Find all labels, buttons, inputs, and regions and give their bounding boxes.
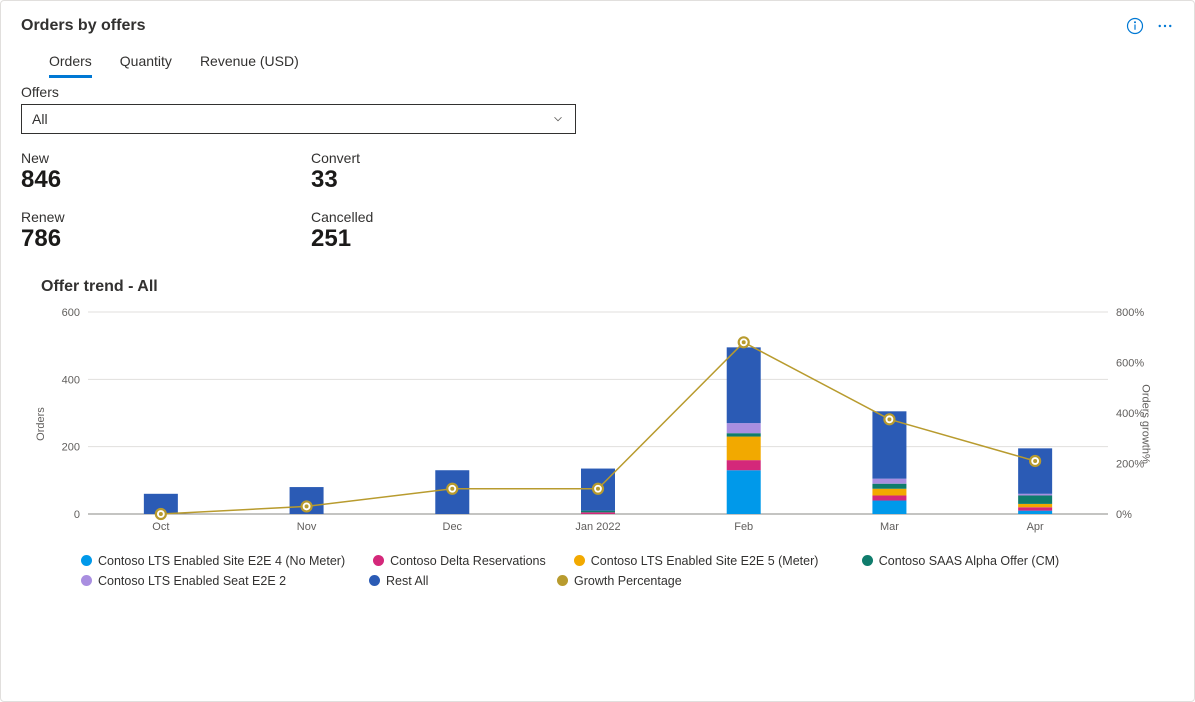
stat-convert-value: 33 [311, 166, 601, 195]
svg-text:400: 400 [61, 374, 79, 386]
svg-text:Jan 2022: Jan 2022 [575, 521, 620, 533]
svg-text:Oct: Oct [152, 521, 169, 533]
info-icon[interactable] [1126, 17, 1144, 35]
svg-text:600%: 600% [1116, 357, 1144, 369]
stat-renew-value: 786 [21, 225, 311, 254]
stat-renew-label: Renew [21, 209, 311, 225]
tab-orders[interactable]: Orders [49, 47, 92, 78]
stat-new-value: 846 [21, 166, 311, 195]
stat-renew: Renew 786 [21, 209, 311, 254]
chart-svg: 02004006000%200%400%600%800%OctNovDecJan… [28, 304, 1168, 544]
legend-item-s1[interactable]: Contoso LTS Enabled Site E2E 4 (No Meter… [81, 554, 345, 568]
metric-tabs: Orders Quantity Revenue (USD) [21, 47, 1174, 78]
stat-cancelled-value: 251 [311, 225, 601, 254]
svg-text:600: 600 [61, 307, 79, 319]
svg-text:800%: 800% [1116, 307, 1144, 319]
svg-text:Mar: Mar [879, 521, 898, 533]
header-actions [1126, 17, 1174, 35]
chart-title: Offer trend - All [21, 278, 1174, 296]
offers-selected-value: All [32, 111, 48, 127]
stat-cancelled: Cancelled 251 [311, 209, 601, 254]
svg-text:Feb: Feb [734, 521, 753, 533]
offers-dropdown[interactable]: All [21, 104, 576, 134]
legend-item-s3[interactable]: Contoso LTS Enabled Site E2E 5 (Meter) [574, 554, 834, 568]
svg-text:0: 0 [73, 509, 79, 521]
stats-grid: New 846 Convert 33 Renew 786 Cancelled 2… [21, 150, 1174, 254]
stat-convert: Convert 33 [311, 150, 601, 195]
orders-by-offers-card: Orders by offers Orders Quantity Revenue… [0, 0, 1195, 702]
card-header: Orders by offers [21, 17, 1174, 35]
svg-text:Apr: Apr [1026, 521, 1043, 533]
card-title: Orders by offers [21, 17, 145, 35]
y-axis-right-label: Orders growth% [1140, 384, 1152, 463]
legend-item-s6[interactable]: Rest All [369, 574, 529, 588]
legend-item-s5[interactable]: Contoso LTS Enabled Seat E2E 2 [81, 574, 341, 588]
stat-cancelled-label: Cancelled [311, 209, 601, 225]
svg-text:Dec: Dec [442, 521, 462, 533]
chevron-down-icon [551, 112, 565, 126]
legend-item-s4[interactable]: Contoso SAAS Alpha Offer (CM) [862, 554, 1059, 568]
y-axis-left-label: Orders [34, 407, 46, 441]
tab-revenue[interactable]: Revenue (USD) [200, 47, 299, 78]
svg-text:200: 200 [61, 441, 79, 453]
stat-convert-label: Convert [311, 150, 601, 166]
stat-new-label: New [21, 150, 311, 166]
stat-new: New 846 [21, 150, 311, 195]
svg-text:0%: 0% [1116, 509, 1132, 521]
more-options-icon[interactable] [1156, 17, 1174, 35]
chart-legend: Contoso LTS Enabled Site E2E 4 (No Meter… [21, 544, 1174, 588]
legend-item-s7[interactable]: Growth Percentage [557, 574, 817, 588]
offer-trend-chart: Orders Orders growth% 02004006000%200%40… [28, 304, 1168, 544]
tab-quantity[interactable]: Quantity [120, 47, 172, 78]
offers-label: Offers [21, 84, 1174, 100]
legend-item-s2[interactable]: Contoso Delta Reservations [373, 554, 546, 568]
svg-text:Nov: Nov [296, 521, 316, 533]
